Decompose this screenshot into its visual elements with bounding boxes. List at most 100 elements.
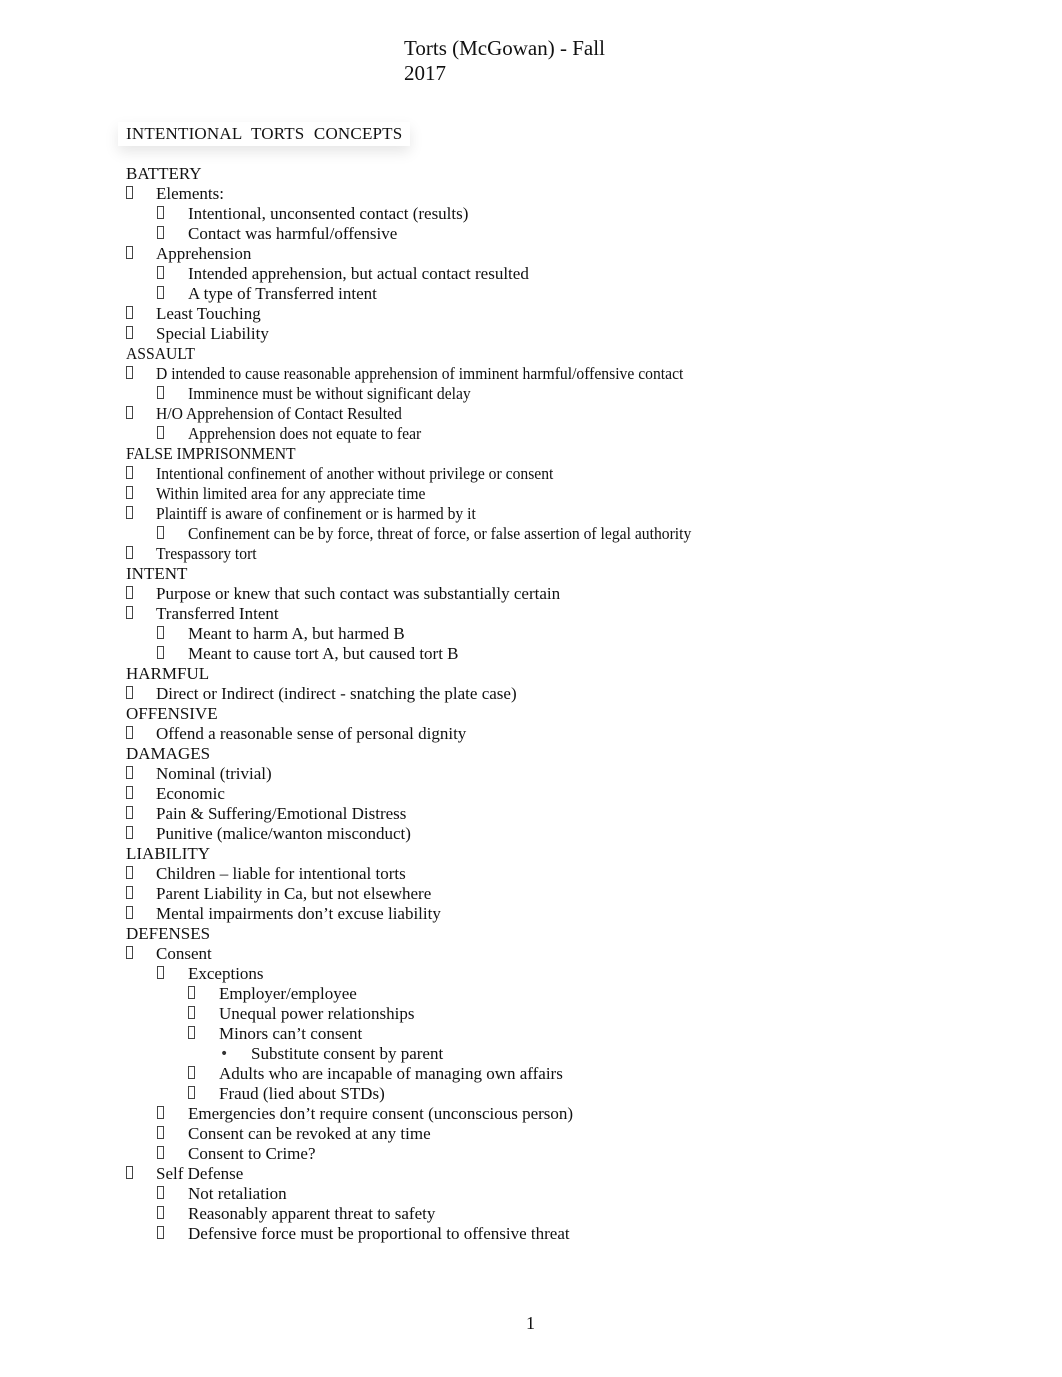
missing-glyph-box-icon <box>157 1206 164 1219</box>
section-title: INTENT <box>126 564 188 583</box>
bullet-missing-glyph-icon <box>126 904 134 924</box>
missing-glyph-box-icon <box>126 486 133 499</box>
list-item: Direct or Indirect (indirect - snatching… <box>126 684 886 704</box>
list-item: Apprehension does not equate to fear <box>126 424 886 444</box>
missing-glyph-box-icon <box>157 206 164 219</box>
bullet-missing-glyph-icon <box>188 984 196 1004</box>
missing-glyph-box-icon <box>157 266 164 279</box>
list-item-text: Pain & Suffering/Emotional Distress <box>156 804 407 823</box>
bullet-missing-glyph-icon <box>157 1184 165 1204</box>
bullet-missing-glyph-icon <box>157 1204 165 1224</box>
missing-glyph-box-icon <box>126 886 133 899</box>
missing-glyph-box-icon <box>126 726 133 739</box>
bullet-missing-glyph-icon <box>157 284 165 304</box>
missing-glyph-box-icon <box>126 866 133 879</box>
missing-glyph-box-icon <box>126 606 133 619</box>
section-title: LIABILITY <box>126 844 211 863</box>
missing-glyph-box-icon <box>126 406 133 419</box>
missing-glyph-box-icon <box>157 226 164 239</box>
bullet-missing-glyph-icon <box>157 1104 165 1124</box>
list-item: Consent can be revoked at any time <box>126 1124 886 1144</box>
list-item-text: Consent can be revoked at any time <box>188 1124 431 1143</box>
list-item: Defensive force must be proportional to … <box>126 1224 886 1244</box>
bullet-missing-glyph-icon <box>157 424 165 444</box>
missing-glyph-box-icon <box>126 326 133 339</box>
bullet-missing-glyph-icon <box>157 1124 165 1144</box>
bullet-missing-glyph-icon <box>126 764 134 784</box>
list-item: Economic <box>126 784 886 804</box>
bullet-missing-glyph-icon <box>126 724 134 744</box>
missing-glyph-box-icon <box>157 626 164 639</box>
missing-glyph-box-icon <box>188 1086 195 1099</box>
bullet-missing-glyph-icon <box>126 884 134 904</box>
list-item: Unequal power relationships <box>126 1004 886 1024</box>
list-item-text: Unequal power relationships <box>219 1004 415 1023</box>
bullet-missing-glyph-icon <box>126 464 134 484</box>
missing-glyph-box-icon <box>126 686 133 699</box>
missing-glyph-box-icon <box>126 466 133 479</box>
missing-glyph-box-icon <box>126 906 133 919</box>
missing-glyph-box-icon <box>157 386 164 399</box>
list-item-text: Special Liability <box>156 324 269 343</box>
bullet-missing-glyph-icon <box>188 1004 196 1024</box>
list-item: Within limited area for any appreciate t… <box>126 484 886 504</box>
bullet-missing-glyph-icon <box>157 524 165 544</box>
list-item: Special Liability <box>126 324 886 344</box>
bullet-missing-glyph-icon <box>126 324 134 344</box>
list-item: Offend a reasonable sense of personal di… <box>126 724 886 744</box>
bullet-dot-icon: • <box>220 1046 229 1062</box>
page-number: 1 <box>526 1313 535 1333</box>
list-item: Meant to harm A, but harmed B <box>126 624 886 644</box>
list-item: Nominal (trivial) <box>126 764 886 784</box>
bullet-missing-glyph-icon <box>188 1084 196 1104</box>
bullet-missing-glyph-icon <box>126 804 134 824</box>
list-item-text: Defensive force must be proportional to … <box>188 1224 570 1243</box>
list-item: Least Touching <box>126 304 886 324</box>
list-item: Mental impairments don’t excuse liabilit… <box>126 904 886 924</box>
missing-glyph-box-icon <box>126 506 133 519</box>
missing-glyph-box-icon <box>157 1186 164 1199</box>
list-item: Fraud (lied about STDs) <box>126 1084 886 1104</box>
list-item-text: Emergencies don’t require consent (uncon… <box>188 1104 574 1123</box>
bullet-missing-glyph-icon <box>126 484 134 504</box>
list-item-text: Self Defense <box>156 1164 244 1183</box>
missing-glyph-box-icon <box>126 786 133 799</box>
bullet-missing-glyph-icon <box>157 624 165 644</box>
list-item: Exceptions <box>126 964 886 984</box>
missing-glyph-box-icon <box>126 586 133 599</box>
list-item: Trespassory tort <box>126 544 886 564</box>
list-item: Children – liable for intentional torts <box>126 864 886 884</box>
list-item-text: Reasonably apparent threat to safety <box>188 1204 436 1223</box>
bullet-missing-glyph-icon <box>126 944 134 964</box>
list-item: Consent <box>126 944 886 964</box>
missing-glyph-box-icon <box>188 986 195 999</box>
section-title: DEFENSES <box>126 924 211 943</box>
bullet-missing-glyph-icon <box>126 584 134 604</box>
list-item-text: Consent to Crime? <box>188 1144 316 1163</box>
list-item-text: Nominal (trivial) <box>156 764 272 783</box>
list-item: Purpose or knew that such contact was su… <box>126 584 886 604</box>
title-line-2: 2017 <box>404 61 446 85</box>
section-title: ASSAULT <box>126 344 195 363</box>
list-item: Confinement can be by force, threat of f… <box>126 524 886 544</box>
list-item: Plaintiff is aware of confinement or is … <box>126 504 886 524</box>
missing-glyph-box-icon <box>157 526 164 539</box>
list-item-text: Children – liable for intentional torts <box>156 864 406 883</box>
missing-glyph-box-icon <box>126 946 133 959</box>
bullet-missing-glyph-icon <box>157 264 165 284</box>
missing-glyph-box-icon <box>157 646 164 659</box>
list-item-text: Least Touching <box>156 304 261 323</box>
missing-glyph-box-icon <box>126 306 133 319</box>
section-title: DAMAGES <box>126 744 211 763</box>
list-item: • Substitute consent by parent <box>126 1044 886 1064</box>
list-item-text: Contact was harmful/offensive <box>188 224 398 243</box>
bullet-missing-glyph-icon <box>157 204 165 224</box>
list-item: Contact was harmful/offensive <box>126 224 886 244</box>
bullet-missing-glyph-icon <box>157 224 165 244</box>
list-item-text: Meant to cause tort A, but caused tort B <box>188 644 459 663</box>
list-item: Intentional confinement of another witho… <box>126 464 886 484</box>
missing-glyph-box-icon <box>126 806 133 819</box>
bullet-missing-glyph-icon <box>188 1024 196 1044</box>
bullet-missing-glyph-icon <box>157 1144 165 1164</box>
list-item: Consent to Crime? <box>126 1144 886 1164</box>
